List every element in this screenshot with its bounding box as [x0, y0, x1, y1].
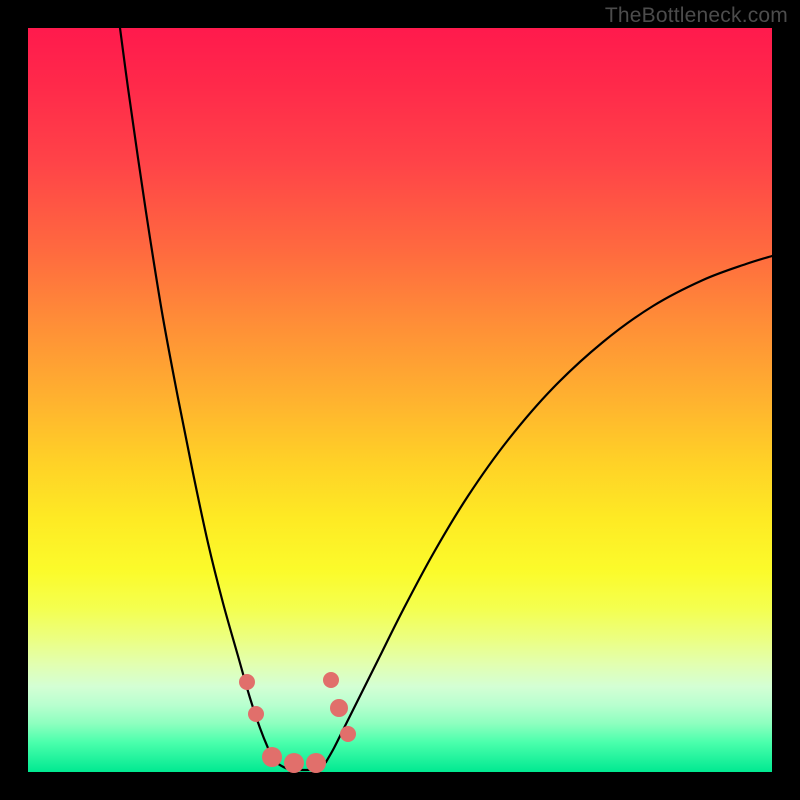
marker-dot — [340, 726, 356, 742]
marker-dot — [284, 753, 304, 773]
plot-area — [28, 28, 772, 772]
series-left-branch — [120, 28, 275, 762]
watermark-text: TheBottleneck.com — [605, 4, 788, 28]
series-right-branch — [326, 256, 772, 762]
series-group — [120, 28, 772, 770]
marker-dot — [306, 753, 326, 773]
marker-group — [239, 672, 356, 773]
marker-dot — [323, 672, 339, 688]
marker-dot — [262, 747, 282, 767]
marker-dot — [330, 699, 348, 717]
chart-frame: TheBottleneck.com — [0, 0, 800, 800]
marker-dot — [239, 674, 255, 690]
curve-svg — [28, 28, 772, 772]
marker-dot — [248, 706, 264, 722]
